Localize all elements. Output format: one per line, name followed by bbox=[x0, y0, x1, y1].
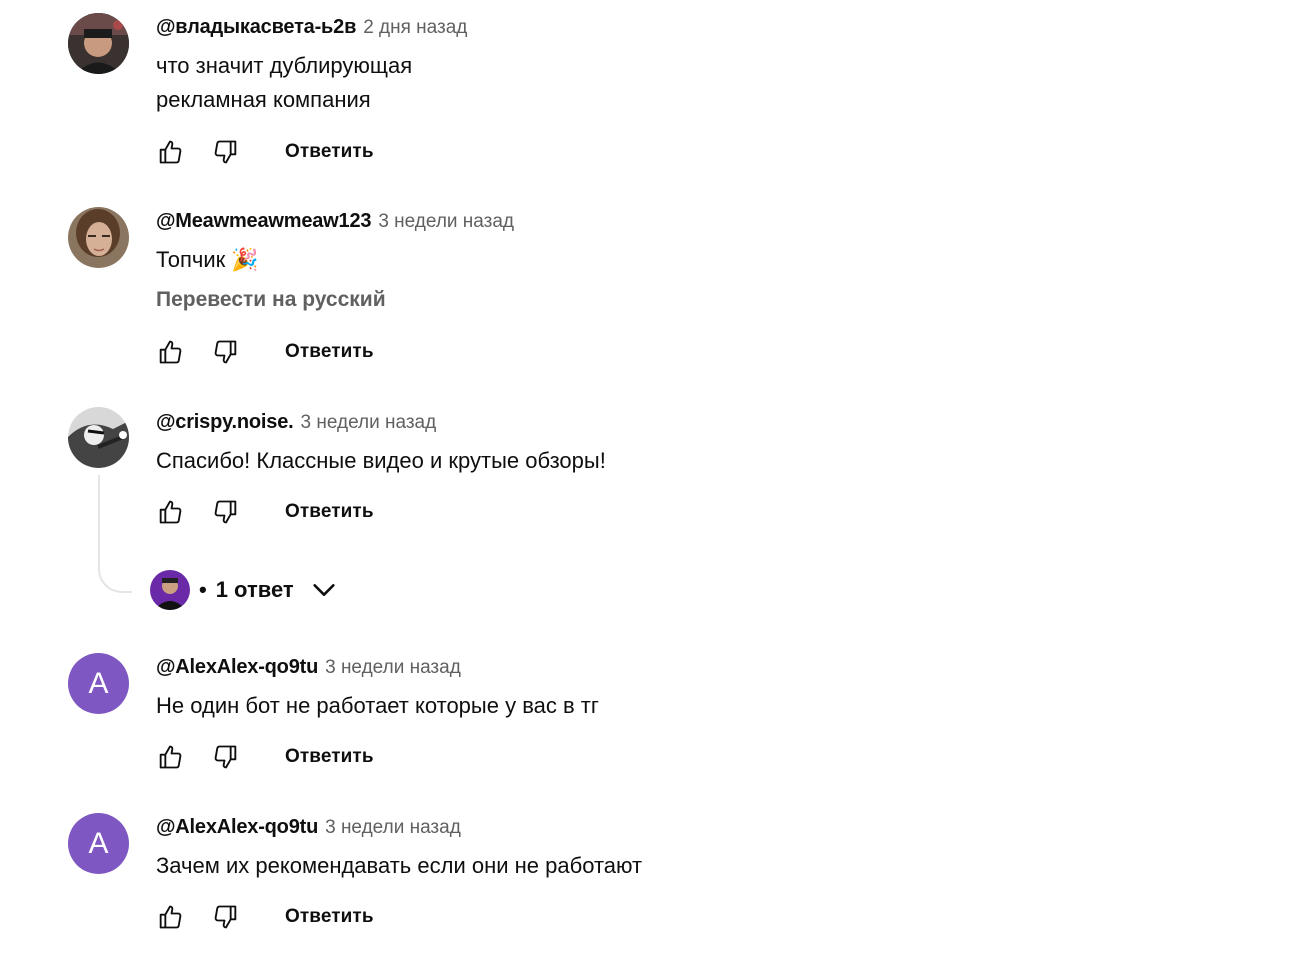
thumbs-up-icon bbox=[159, 500, 182, 524]
comment-time[interactable]: 3 недели назад bbox=[325, 657, 461, 679]
like-button[interactable] bbox=[156, 338, 184, 366]
comment-time[interactable]: 3 недели назад bbox=[301, 412, 437, 434]
dislike-button[interactable] bbox=[212, 498, 240, 526]
replies-count[interactable]: 1 ответ bbox=[216, 577, 294, 603]
comment-text: Не один бот не работает которые у вас в … bbox=[156, 693, 599, 718]
comment-text: что значит дублирующая рекламная компани… bbox=[156, 49, 412, 117]
comment-text: Спасибо! Классные видео и крутые обзоры! bbox=[156, 448, 606, 473]
user-photo bbox=[68, 207, 129, 268]
thumbs-down-icon bbox=[214, 340, 237, 364]
comment-author[interactable]: @AlexAlex-qo9tu bbox=[156, 816, 318, 839]
reply-button[interactable]: Ответить bbox=[285, 746, 374, 768]
dislike-button[interactable] bbox=[212, 138, 240, 166]
comment-time[interactable]: 3 недели назад bbox=[325, 817, 461, 839]
translate-button[interactable]: Перевести на русский bbox=[156, 288, 386, 312]
user-photo bbox=[150, 570, 190, 610]
comment-author[interactable]: @владыкасвета-ь2в bbox=[156, 16, 356, 39]
comment-author[interactable]: @Meawmeawmeaw123 bbox=[156, 210, 372, 233]
dislike-button[interactable] bbox=[212, 338, 240, 366]
avatar[interactable]: A bbox=[68, 813, 129, 874]
thumbs-down-icon bbox=[214, 140, 237, 164]
comment-time[interactable]: 3 недели назад bbox=[378, 211, 514, 233]
comment-author[interactable]: @crispy.noise. bbox=[156, 411, 294, 434]
thumbs-up-icon bbox=[159, 140, 182, 164]
reply-button[interactable]: Ответить bbox=[285, 906, 374, 928]
avatar-letter: A bbox=[88, 826, 109, 860]
dislike-button[interactable] bbox=[212, 743, 240, 771]
avatar[interactable] bbox=[68, 207, 129, 268]
thumbs-down-icon bbox=[214, 745, 237, 769]
chevron-down-icon[interactable] bbox=[310, 576, 338, 604]
dislike-button[interactable] bbox=[212, 903, 240, 931]
comment-time[interactable]: 2 дня назад bbox=[363, 17, 467, 39]
comment-author[interactable]: @AlexAlex-qo9tu bbox=[156, 656, 318, 679]
user-photo bbox=[68, 13, 129, 74]
thumbs-down-icon bbox=[214, 500, 237, 524]
avatar[interactable] bbox=[68, 407, 129, 468]
like-button[interactable] bbox=[156, 498, 184, 526]
avatar-letter: A bbox=[88, 666, 109, 700]
comment-actions: Ответить bbox=[156, 737, 374, 777]
thumbs-up-icon bbox=[159, 905, 182, 929]
comment-actions: Ответить bbox=[156, 332, 374, 372]
comment-text-line: рекламная компания bbox=[156, 87, 371, 112]
like-button[interactable] bbox=[156, 903, 184, 931]
like-button[interactable] bbox=[156, 138, 184, 166]
comment-text: Зачем их рекомендавать если они не работ… bbox=[156, 853, 643, 878]
separator-dot: • bbox=[199, 577, 207, 602]
comment-actions: Ответить bbox=[156, 492, 374, 532]
reply-button[interactable]: Ответить bbox=[285, 501, 374, 523]
avatar[interactable] bbox=[68, 13, 129, 74]
reply-author-avatar bbox=[150, 570, 190, 610]
thumbs-up-icon bbox=[159, 340, 182, 364]
show-replies-button[interactable]: • 1 ответ bbox=[150, 569, 338, 611]
thread-connector bbox=[98, 475, 132, 593]
comment-actions: Ответить bbox=[156, 132, 374, 172]
avatar[interactable]: A bbox=[68, 653, 129, 714]
comment-text: Топчик 🎉 bbox=[156, 247, 259, 272]
comment-actions: Ответить bbox=[156, 897, 374, 937]
like-button[interactable] bbox=[156, 743, 184, 771]
thumbs-up-icon bbox=[159, 745, 182, 769]
reply-button[interactable]: Ответить bbox=[285, 341, 374, 363]
reply-button[interactable]: Ответить bbox=[285, 141, 374, 163]
comment-text-line: что значит дублирующая bbox=[156, 53, 413, 78]
user-photo bbox=[68, 407, 129, 468]
thumbs-down-icon bbox=[214, 905, 237, 929]
